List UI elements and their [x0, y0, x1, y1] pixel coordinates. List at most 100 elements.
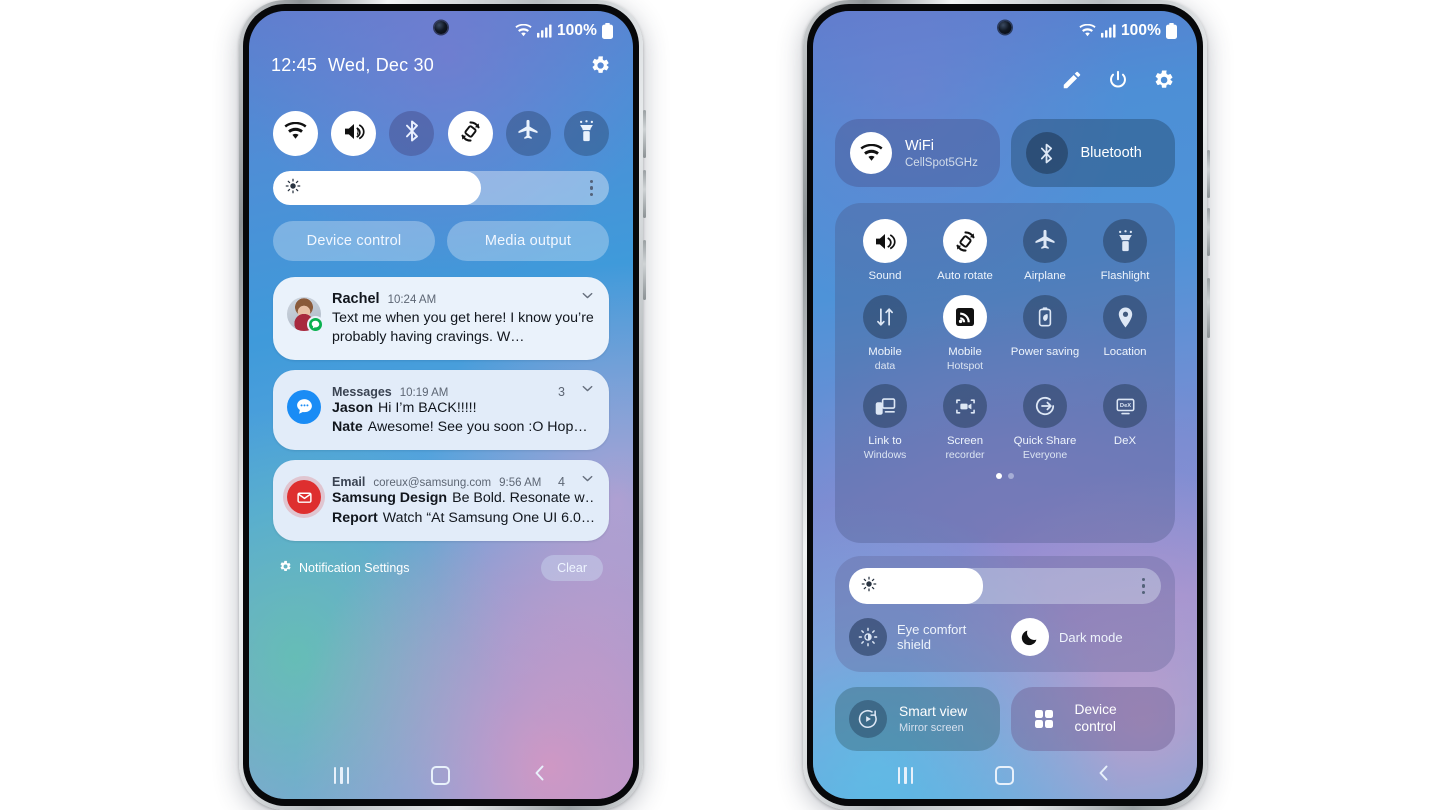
- battery-percent-text: 100%: [1120, 22, 1161, 39]
- notification-header: Email coreux@samsung.com 9:56 AM 4: [332, 471, 595, 489]
- clock-time: 12:45: [271, 55, 318, 75]
- notification-body: Rachel 10:24 AM Text me when you get her…: [332, 288, 595, 347]
- tile-mobile-hotspot[interactable]: Mobile Hotspot: [925, 295, 1005, 372]
- notification-list: Rachel 10:24 AM Text me when you get her…: [273, 277, 609, 581]
- chevron-down-icon[interactable]: [580, 381, 595, 396]
- tile-label: Screen recorder: [945, 435, 985, 461]
- brightness-track[interactable]: [273, 171, 609, 205]
- tile-airplane[interactable]: Airplane: [1005, 219, 1085, 283]
- home-icon[interactable]: [430, 765, 450, 785]
- power-button[interactable]: [643, 240, 646, 300]
- tile-location[interactable]: Location: [1085, 295, 1165, 372]
- kebab-menu-icon[interactable]: [1141, 577, 1148, 595]
- toggle-auto-rotate[interactable]: [447, 111, 493, 156]
- brightness-slider[interactable]: [849, 568, 1161, 604]
- signal-bars-icon: [1100, 24, 1116, 38]
- tile-mobile-data[interactable]: Mobile data: [845, 295, 925, 372]
- notification-rachel[interactable]: Rachel 10:24 AM Text me when you get her…: [273, 277, 609, 360]
- quick-settings-grid: Sound Auto rotate Airplane Flashlight Mo…: [845, 219, 1165, 461]
- clock-area: 12:45 Wed, Dec 30: [271, 55, 434, 76]
- notification-messages[interactable]: Messages 10:19 AM 3 Jason Hi I’m BACK!!!!…: [273, 369, 609, 451]
- dex-icon: DeX: [1103, 384, 1147, 429]
- tile-sound[interactable]: Sound: [845, 219, 925, 283]
- notification-settings-button[interactable]: Notification Settings: [279, 560, 409, 576]
- tile-link-to-windows[interactable]: Link to Windows: [845, 384, 925, 461]
- right-phone-screen: 100% WiFi CellSpot5GHz Bluetooth Sound A…: [813, 11, 1197, 799]
- toggle-flashlight[interactable]: [563, 111, 609, 156]
- tile-power-saving[interactable]: Power saving: [1005, 295, 1085, 372]
- tile-auto-rotate[interactable]: Auto rotate: [925, 219, 1005, 283]
- home-icon[interactable]: [994, 765, 1014, 785]
- recents-icon[interactable]: [897, 766, 914, 784]
- wifi-icon: [284, 121, 307, 146]
- left-phone-device: 100% 12:45 Wed, Dec 30 Device control Me…: [239, 0, 646, 810]
- flashlight-icon: [1103, 219, 1147, 263]
- notification-sender: Rachel: [332, 291, 380, 307]
- notification-header: Rachel 10:24 AM: [332, 288, 595, 307]
- notification-time: 9:56 AM: [499, 477, 542, 490]
- page-indicator[interactable]: [845, 473, 1165, 480]
- mode-eye-comfort-shield[interactable]: Eye comfort shield: [849, 618, 999, 656]
- toggle-bluetooth[interactable]: [389, 111, 435, 156]
- battery-icon: [1166, 23, 1177, 39]
- pencil-icon[interactable]: [1061, 69, 1083, 91]
- volume-up-button[interactable]: [1207, 150, 1210, 198]
- power-button[interactable]: [1207, 278, 1210, 338]
- contact-photo: [287, 297, 324, 333]
- notification-count: 4: [558, 475, 565, 490]
- volume-down-button[interactable]: [1207, 208, 1210, 256]
- kebab-menu-icon[interactable]: [589, 179, 596, 197]
- battery-percent-text: 100%: [556, 22, 597, 39]
- volume-up-button[interactable]: [643, 110, 646, 158]
- tile-dex[interactable]: DeX DeX: [1085, 384, 1165, 461]
- notification-time: 10:24 AM: [387, 294, 437, 306]
- screenshot-stage: 100% 12:45 Wed, Dec 30 Device control Me…: [0, 0, 1440, 810]
- volume-icon: [342, 121, 366, 147]
- notification-line: Report Watch “At Samsung One UI 6.0…: [332, 509, 595, 528]
- toggle-wifi[interactable]: [273, 111, 318, 156]
- power-icon[interactable]: [1107, 69, 1129, 91]
- gear-icon[interactable]: [590, 55, 611, 76]
- notification-body: Messages 10:19 AM 3 Jason Hi I’m BACK!!!!…: [332, 381, 595, 438]
- tile-wifi[interactable]: WiFi CellSpot5GHz: [835, 119, 1000, 187]
- tile-flashlight[interactable]: Flashlight: [1085, 219, 1165, 283]
- brightness-slider[interactable]: [273, 171, 609, 205]
- tile-bluetooth[interactable]: Bluetooth: [1010, 119, 1175, 187]
- bluetooth-icon: [1025, 132, 1068, 174]
- quick-share-icon: [1023, 384, 1067, 429]
- back-icon[interactable]: [1095, 763, 1112, 788]
- tile-label: Bluetooth: [1080, 144, 1142, 161]
- toggle-airplane[interactable]: [505, 111, 551, 156]
- recents-icon[interactable]: [333, 766, 350, 784]
- bluetooth-icon: [404, 119, 420, 148]
- tile-quick-share[interactable]: Quick Share Everyone: [1005, 384, 1085, 461]
- device-control-pill[interactable]: Device control: [273, 221, 435, 261]
- tile-smart-view[interactable]: Smart view Mirror screen: [835, 687, 1000, 751]
- hotspot-icon: [943, 295, 987, 340]
- tile-screen-recorder[interactable]: Screen recorder: [925, 384, 1005, 461]
- chevron-down-icon[interactable]: [580, 471, 595, 486]
- volume-down-button[interactable]: [643, 170, 646, 218]
- display-modes: Eye comfort shield Dark mode: [849, 618, 1161, 656]
- gear-icon[interactable]: [1153, 69, 1175, 91]
- front-camera: [998, 21, 1012, 34]
- front-camera: [434, 21, 448, 34]
- notification-app-name: Email: [332, 475, 366, 490]
- device-control-icon: [1025, 700, 1063, 738]
- mode-dark-mode[interactable]: Dark mode: [1011, 618, 1161, 656]
- back-icon[interactable]: [531, 763, 548, 788]
- moon-icon: [1011, 618, 1049, 656]
- notification-email[interactable]: Email coreux@samsung.com 9:56 AM 4 Samsu…: [273, 460, 609, 541]
- notification-count: 3: [558, 384, 565, 399]
- smart-view-icon: [849, 700, 887, 738]
- tile-label: Mobile data: [868, 346, 902, 372]
- chevron-down-icon[interactable]: [580, 288, 595, 303]
- notification-line: Samsung Design Be Bold. Resonate w…: [332, 489, 595, 508]
- connectivity-tiles: WiFi CellSpot5GHz Bluetooth: [835, 119, 1175, 187]
- toggle-sound[interactable]: [331, 111, 377, 156]
- clear-button[interactable]: Clear: [541, 555, 603, 581]
- media-output-pill[interactable]: Media output: [447, 221, 609, 261]
- notification-body: Email coreux@samsung.com 9:56 AM 4 Samsu…: [332, 471, 595, 528]
- message-badge-icon: [307, 316, 324, 333]
- tile-device-control[interactable]: Device control: [1010, 687, 1175, 751]
